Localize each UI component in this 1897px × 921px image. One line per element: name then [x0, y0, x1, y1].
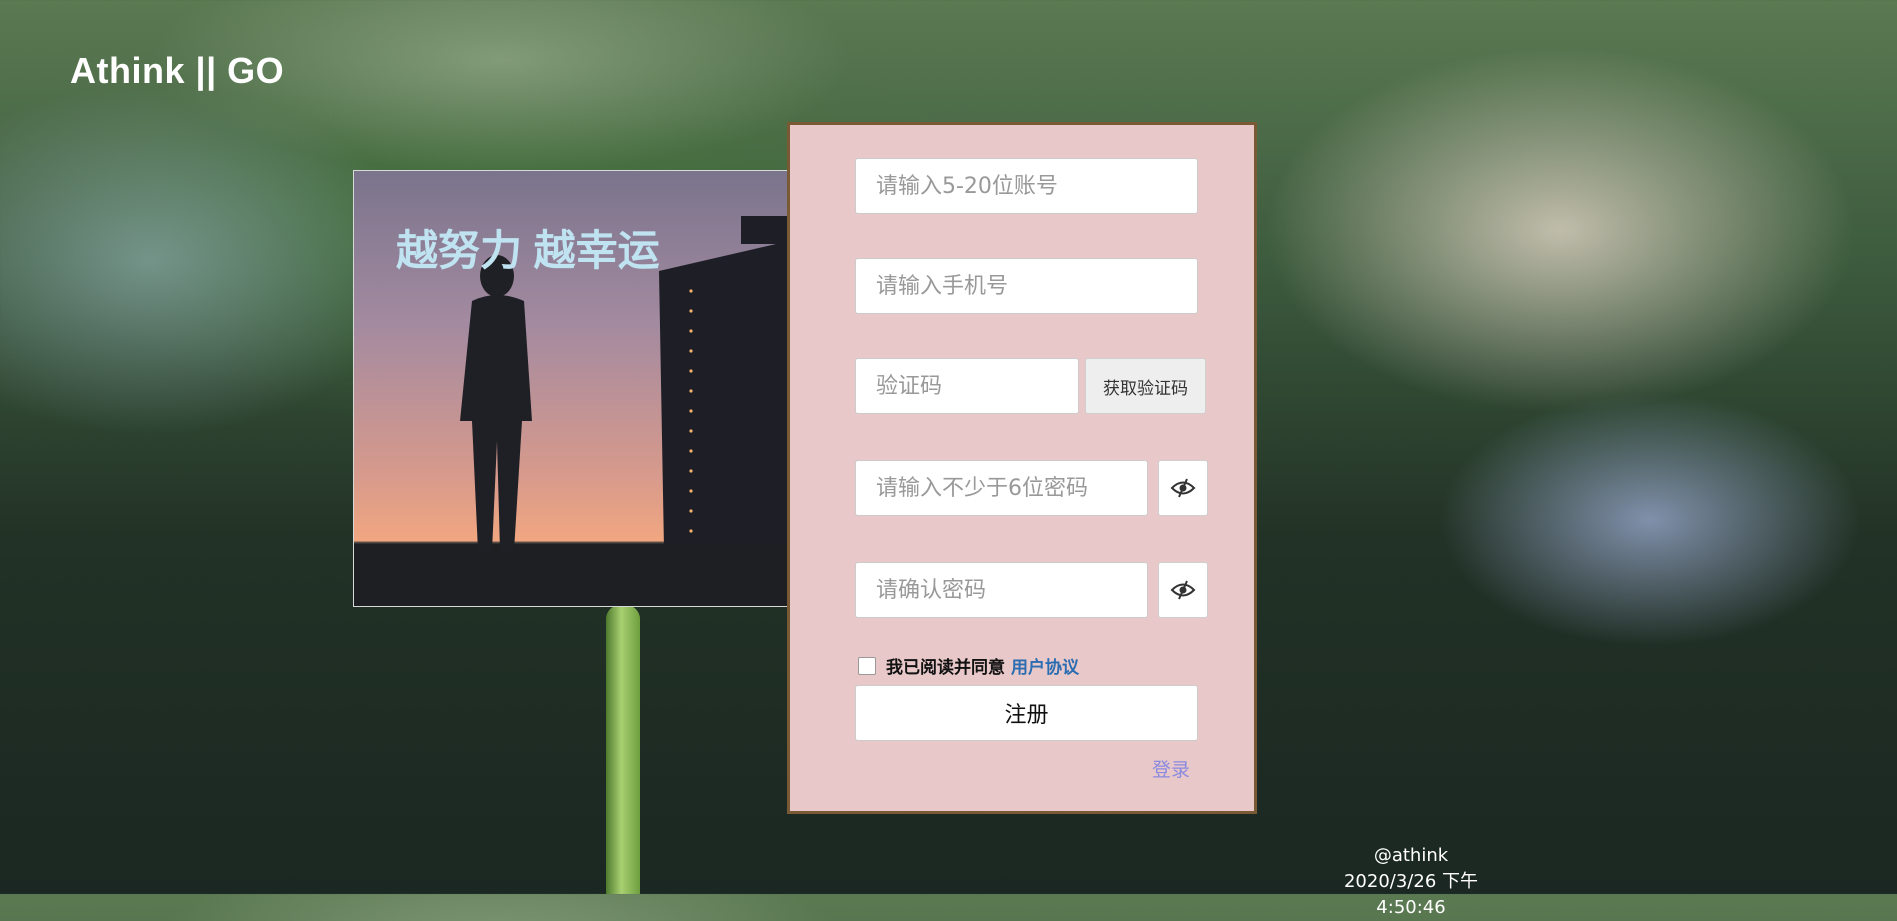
register-panel: 获取验证码 我已阅读并同意 用户协议 注册 登录 — [787, 122, 1257, 814]
agreement-row: 我已阅读并同意 用户协议 — [858, 653, 1079, 678]
password-visibility-toggle[interactable] — [1158, 460, 1208, 516]
login-link[interactable]: 登录 — [1152, 755, 1190, 782]
phone-input[interactable] — [855, 258, 1198, 314]
footer: @athink 2020/3/26 下午4:50:46 — [1315, 843, 1507, 921]
password-input[interactable] — [855, 460, 1148, 516]
brand-title: Athink || GO — [70, 50, 285, 91]
agreement-checkbox[interactable] — [858, 656, 876, 675]
footer-datetime: 2020/3/26 下午4:50:46 — [1343, 871, 1478, 918]
background-flower-stem — [606, 605, 640, 894]
agreement-text: 我已阅读并同意 — [886, 658, 1005, 678]
user-agreement-link[interactable]: 用户协议 — [1011, 653, 1079, 678]
confirm-password-input[interactable] — [855, 562, 1148, 618]
eye-slash-icon — [1170, 478, 1196, 498]
account-input[interactable] — [855, 158, 1198, 214]
register-button[interactable]: 注册 — [855, 685, 1198, 741]
confirm-password-visibility-toggle[interactable] — [1158, 562, 1208, 618]
verification-code-input[interactable] — [855, 358, 1079, 414]
slogan-text: 越努力 越幸运 — [396, 227, 660, 274]
hero-image: 越努力 越幸运 — [353, 170, 790, 607]
get-code-button[interactable]: 获取验证码 — [1085, 358, 1206, 414]
eye-slash-icon — [1170, 580, 1196, 600]
footer-author: @athink — [1373, 845, 1449, 866]
